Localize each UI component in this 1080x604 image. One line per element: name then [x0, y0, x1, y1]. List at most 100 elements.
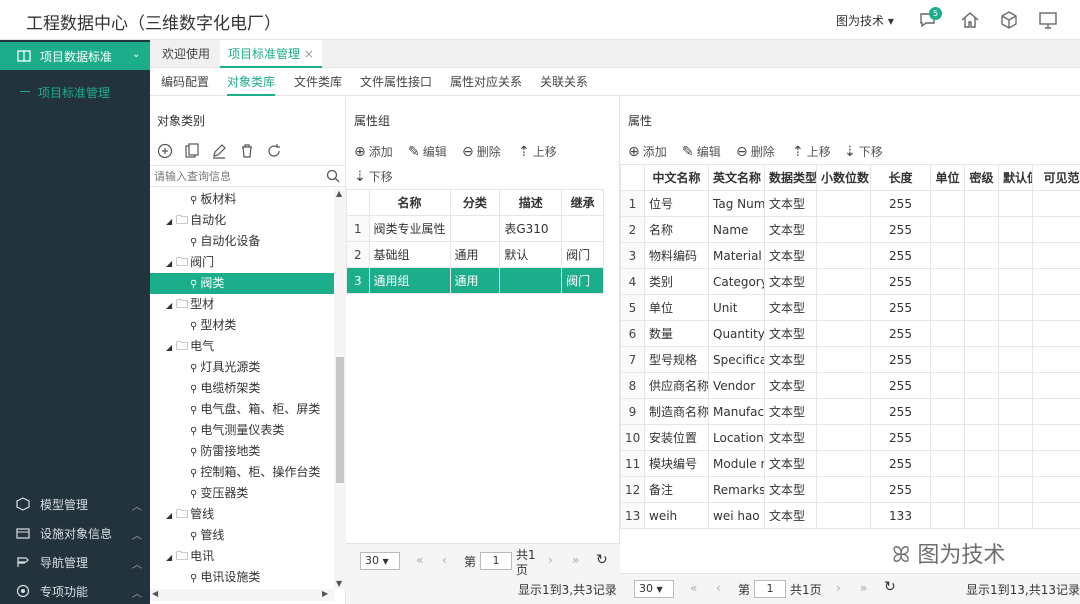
- col-header[interactable]: 密级: [964, 164, 999, 191]
- table-row[interactable]: 11 模块编号 Module n 文本型 255: [620, 450, 1080, 477]
- tree-leaf-node[interactable]: ⚲ 电气测量仪表类: [150, 420, 334, 441]
- expand-triangle-icon[interactable]: ◢: [166, 259, 172, 268]
- edit-icon[interactable]: [211, 143, 227, 159]
- move-down-button[interactable]: ⇣ 下移: [844, 143, 883, 160]
- table-row[interactable]: 1 阀类专业属性 表G310: [346, 215, 604, 242]
- tree-leaf-node[interactable]: ⚲ 型材类: [150, 315, 334, 336]
- add-circle-icon[interactable]: [157, 143, 173, 159]
- sidebar-item-facility[interactable]: 设施对象信息 ︿: [0, 519, 150, 547]
- table-row[interactable]: 8 供应商名称 Vendor 文本型 255: [620, 372, 1080, 399]
- expand-triangle-icon[interactable]: ◢: [166, 343, 172, 352]
- subtab-relations[interactable]: 关联关系: [540, 68, 588, 96]
- user-menu[interactable]: 图为技术 ▾: [836, 12, 894, 29]
- add-button[interactable]: ⊕ 添加: [354, 143, 393, 160]
- next-page-icon[interactable]: ›: [548, 553, 553, 567]
- tree-leaf-node[interactable]: ⚲ 板材料: [150, 189, 334, 210]
- delete-button[interactable]: ⊖ 删除: [736, 143, 775, 160]
- expand-triangle-icon[interactable]: ◢: [166, 553, 172, 562]
- tree-leaf-node[interactable]: ⚲ 自动化设备: [150, 231, 334, 252]
- tree-leaf-node[interactable]: ⚲ 电缆桥架类: [150, 378, 334, 399]
- tree-folder-node[interactable]: ◢ 🗀 阀门: [150, 252, 334, 273]
- move-up-button[interactable]: ⇡ 上移: [792, 143, 831, 160]
- subtab-file-attr-interface[interactable]: 文件属性接口: [360, 68, 432, 96]
- scrollbar-thumb[interactable]: [336, 357, 344, 483]
- sidebar-item-project-data-standard[interactable]: 项目数据标准 ⌄: [0, 42, 150, 70]
- col-header[interactable]: 中文名称: [644, 164, 709, 191]
- tree-hscrollbar[interactable]: ◀ ▶: [150, 589, 334, 601]
- table-row[interactable]: 2 基础组 通用 默认 阀门: [346, 241, 604, 268]
- page-size-select[interactable]: 30 ▼: [360, 552, 400, 570]
- table-row[interactable]: 6 数量 Quantity 文本型 255: [620, 320, 1080, 347]
- trash-icon[interactable]: [239, 143, 255, 159]
- refresh-icon[interactable]: [266, 143, 282, 159]
- copy-icon[interactable]: [184, 143, 200, 159]
- tree-leaf-node[interactable]: ⚲ 电气盘、箱、柜、屏类: [150, 399, 334, 420]
- table-row[interactable]: 7型号规格Specificat文本型 255: [620, 346, 1080, 373]
- tree-leaf-node[interactable]: ⚲ 控制箱、柜、操作台类: [150, 462, 334, 483]
- expand-triangle-icon[interactable]: ◢: [166, 217, 172, 226]
- scroll-down-icon[interactable]: ▼: [336, 579, 342, 588]
- home-icon[interactable]: [959, 9, 981, 31]
- sidebar-item-special[interactable]: 专项功能 ︿: [0, 577, 150, 604]
- col-header[interactable]: 英文名称: [708, 164, 765, 191]
- next-page-icon[interactable]: ›: [836, 581, 841, 595]
- edit-button[interactable]: ✎ 编辑: [408, 143, 447, 160]
- refresh-icon[interactable]: ↻: [596, 552, 608, 568]
- col-header[interactable]: 默认值: [998, 164, 1033, 191]
- col-header[interactable]: 描述: [499, 189, 563, 216]
- col-header[interactable]: 长度: [870, 164, 931, 191]
- table-row[interactable]: 5 单位 Unit 文本型 255: [620, 294, 1080, 321]
- scroll-right-icon[interactable]: ▶: [322, 589, 328, 598]
- last-page-icon[interactable]: »: [860, 581, 867, 595]
- tab-welcome[interactable]: 欢迎使用: [154, 40, 218, 68]
- col-header[interactable]: 数据类型: [764, 164, 817, 191]
- scroll-up-icon[interactable]: ▲: [336, 189, 342, 198]
- cube-icon[interactable]: [998, 9, 1020, 31]
- col-header[interactable]: 单位: [930, 164, 965, 191]
- page-input[interactable]: 1: [754, 580, 786, 598]
- delete-button[interactable]: ⊖ 删除: [462, 143, 501, 160]
- move-up-button[interactable]: ⇡ 上移: [518, 143, 557, 160]
- tab-project-standard[interactable]: 项目标准管理 ×: [220, 40, 322, 68]
- search-icon[interactable]: [326, 169, 340, 183]
- tree-folder-node[interactable]: ◢ 🗀 电讯: [150, 546, 334, 567]
- page-size-select[interactable]: 30 ▼: [634, 580, 674, 598]
- tree-leaf-node[interactable]: ⚲ 阀类: [150, 273, 334, 294]
- move-down-button[interactable]: ⇣ 下移: [354, 168, 393, 185]
- table-row[interactable]: 9 制造商名称 Manufact 文本型 255: [620, 398, 1080, 425]
- add-button[interactable]: ⊕ 添加: [628, 143, 667, 160]
- col-header[interactable]: 小数位数: [816, 164, 871, 191]
- edit-button[interactable]: ✎ 编辑: [682, 143, 721, 160]
- table-row[interactable]: 13 weih wei hao 文本型 133: [620, 502, 1080, 529]
- prev-page-icon[interactable]: ‹: [442, 553, 447, 567]
- refresh-icon[interactable]: ↻: [884, 579, 896, 595]
- table-row[interactable]: 3物料编码Material C文本型 255: [620, 242, 1080, 269]
- tree-scrollbar[interactable]: ▲ ▼: [334, 189, 346, 589]
- table-row[interactable]: 1 位号 Tag Num 文本型 255: [620, 190, 1080, 217]
- sidebar-item-navigation[interactable]: 导航管理 ︿: [0, 548, 150, 576]
- close-icon[interactable]: ×: [304, 47, 314, 61]
- sidebar-item-project-standard-management[interactable]: 项目标准管理: [0, 78, 150, 106]
- subtab-file-library[interactable]: 文件类库: [294, 68, 342, 96]
- col-header[interactable]: 继承: [561, 189, 604, 216]
- tree-folder-node[interactable]: ◢ 🗀 电气: [150, 336, 334, 357]
- search-input[interactable]: [154, 168, 320, 185]
- scroll-left-icon[interactable]: ◀: [152, 589, 158, 598]
- tree-folder-node[interactable]: ◢ 🗀 自动化: [150, 210, 334, 231]
- first-page-icon[interactable]: «: [690, 581, 697, 595]
- expand-triangle-icon[interactable]: ◢: [166, 301, 172, 310]
- tree-leaf-node[interactable]: ⚲ 电讯设施类: [150, 567, 334, 588]
- last-page-icon[interactable]: »: [572, 553, 579, 567]
- tree-leaf-node[interactable]: ⚲ 变压器类: [150, 483, 334, 504]
- expand-triangle-icon[interactable]: ◢: [166, 511, 172, 520]
- monitor-icon[interactable]: [1037, 9, 1059, 31]
- table-row[interactable]: 12 备注 Remarks 文本型 255: [620, 476, 1080, 503]
- col-header[interactable]: 名称: [368, 189, 451, 216]
- table-row[interactable]: 4 类别 Category 文本型 255: [620, 268, 1080, 295]
- table-row[interactable]: 10 安装位置 Location 文本型 255: [620, 424, 1080, 451]
- subtab-object-library[interactable]: 对象类库: [227, 68, 276, 96]
- tree-leaf-node[interactable]: ⚲ 防雷接地类: [150, 441, 334, 462]
- subtab-attr-mapping[interactable]: 属性对应关系: [450, 68, 522, 96]
- message-icon[interactable]: 5: [918, 7, 942, 31]
- tree-folder-node[interactable]: ◢ 🗀 型材: [150, 294, 334, 315]
